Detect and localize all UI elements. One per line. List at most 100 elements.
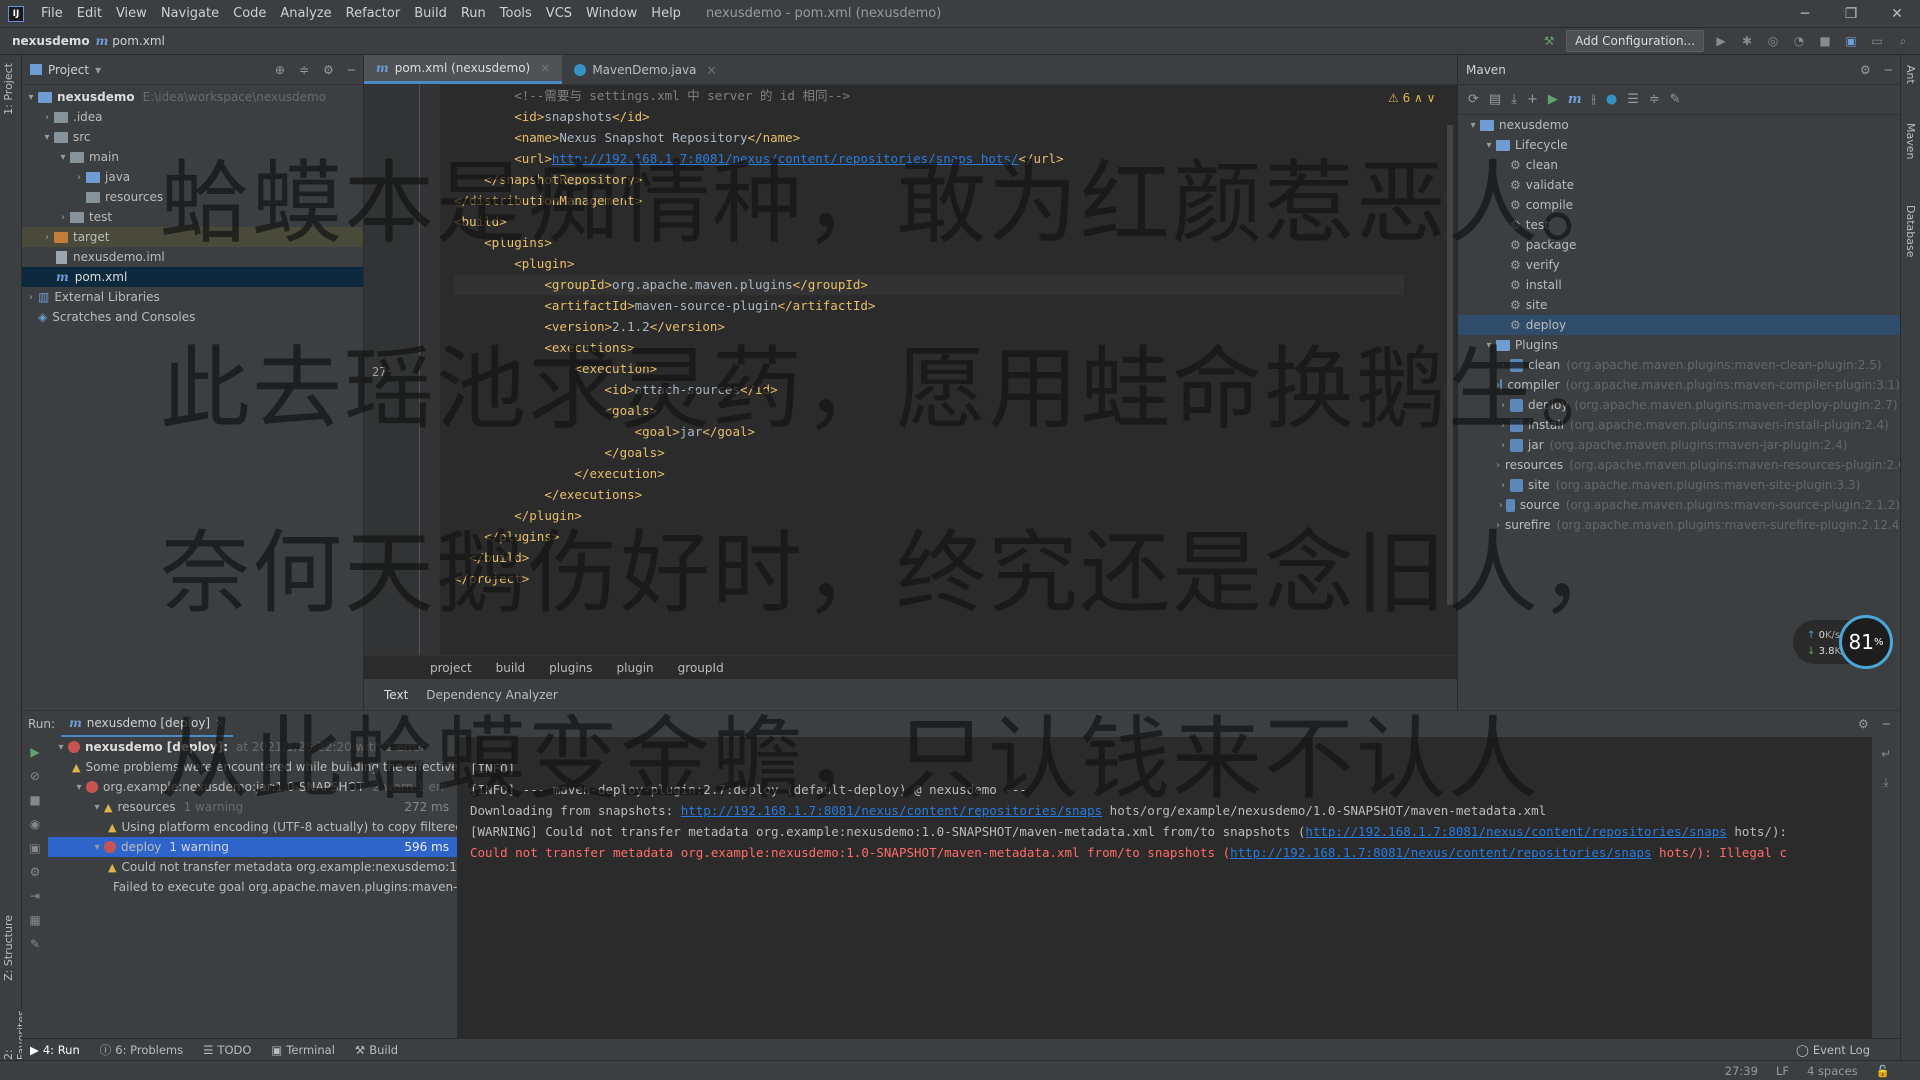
console-link[interactable]: http://192.168.1.7:8081/nexus/content/re… bbox=[1230, 845, 1651, 860]
maven-goal-test[interactable]: ⚙ test bbox=[1458, 215, 1900, 235]
gear-icon[interactable]: ⚙ bbox=[1860, 63, 1871, 77]
menu-file[interactable]: File bbox=[34, 0, 70, 28]
menu-help[interactable]: Help bbox=[644, 0, 688, 28]
maven-goal-package[interactable]: ⚙ package bbox=[1458, 235, 1900, 255]
breadcrumb-file[interactable]: m pom.xml bbox=[96, 34, 165, 48]
stop-icon[interactable]: ■ bbox=[29, 793, 40, 807]
console-link[interactable]: http://192.168.1.7:8081/nexus/content/re… bbox=[681, 803, 1102, 818]
maven-plugin-resources[interactable]: › resources (org.apache.maven.plugins:mave… bbox=[1458, 455, 1900, 475]
tab-dependency-analyzer[interactable]: Dependency Analyzer bbox=[426, 688, 558, 702]
console-link[interactable]: http://192.168.1.7:8081/nexus/content/re… bbox=[1305, 824, 1726, 839]
generate-sources-icon[interactable]: ▤ bbox=[1489, 92, 1501, 107]
close-tab-icon[interactable]: × bbox=[215, 716, 225, 730]
maven-plugin-deploy[interactable]: › deploy (org.apache.maven.plugins:maven-d… bbox=[1458, 395, 1900, 415]
build-tree-item[interactable]: Failed to execute goal org.apache.maven.… bbox=[48, 877, 457, 897]
execute-goal-icon[interactable]: m bbox=[1568, 92, 1582, 107]
line-separator[interactable]: LF bbox=[1776, 1064, 1789, 1078]
menu-edit[interactable]: Edit bbox=[70, 0, 109, 28]
download-icon[interactable]: ⤓ bbox=[1511, 92, 1517, 107]
lock-icon[interactable]: 🔓 bbox=[1876, 1064, 1890, 1078]
menu-navigate[interactable]: Navigate bbox=[154, 0, 226, 28]
gear-icon[interactable]: ⚙ bbox=[1858, 717, 1869, 731]
menu-window[interactable]: Window bbox=[579, 0, 644, 28]
maven-plugins[interactable]: ▾ Plugins bbox=[1458, 335, 1900, 355]
maven-goal-compile[interactable]: ⚙ compile bbox=[1458, 195, 1900, 215]
toggle-offline-icon[interactable]: ⫲ bbox=[1592, 92, 1596, 107]
menu-code[interactable]: Code bbox=[226, 0, 273, 28]
indent-setting[interactable]: 4 spaces bbox=[1807, 1064, 1858, 1078]
ant-tool-tab[interactable]: Ant bbox=[1904, 65, 1917, 84]
tree-item-test[interactable]: › test bbox=[22, 207, 363, 227]
gear-icon[interactable]: ⚙ bbox=[323, 63, 334, 77]
add-icon[interactable]: + bbox=[1527, 92, 1538, 107]
hide-icon[interactable]: ─ bbox=[1885, 63, 1892, 77]
close-tab-icon[interactable]: × bbox=[540, 61, 550, 75]
collapse-all-icon[interactable]: ≑ bbox=[1649, 92, 1660, 107]
maven-goal-install[interactable]: ⚙ install bbox=[1458, 275, 1900, 295]
tree-item-iml[interactable]: nexusdemo.iml bbox=[22, 247, 363, 267]
tree-item-resources[interactable]: resources bbox=[22, 187, 363, 207]
project-panel-title[interactable]: Project bbox=[48, 63, 89, 77]
menu-analyze[interactable]: Analyze bbox=[273, 0, 338, 28]
maven-plugin-surefire[interactable]: › surefire (org.apache.maven.plugins:maven… bbox=[1458, 515, 1900, 535]
collapse-all-icon[interactable]: ≑ bbox=[299, 63, 309, 77]
tool-tab-todo[interactable]: ☰ TODO bbox=[203, 1043, 251, 1057]
soft-wrap-icon[interactable]: ↵ bbox=[1881, 747, 1891, 761]
hammer-icon[interactable]: ⚒ bbox=[1540, 32, 1558, 50]
build-tree-item[interactable]: ▲ Could not transfer metadata org.example… bbox=[48, 857, 457, 877]
warning-count-badge[interactable]: ⚠ 6 ∧ ∨ bbox=[1388, 91, 1435, 105]
tree-item-pom[interactable]: m pom.xml bbox=[22, 267, 363, 287]
network-speed-widget[interactable]: ↑ 0K/s ↓ 3.8K/s 81% bbox=[1793, 613, 1893, 671]
maven-plugin-compiler[interactable]: › compiler (org.apache.maven.plugins:maven… bbox=[1458, 375, 1900, 395]
hide-icon[interactable]: ─ bbox=[1883, 717, 1890, 731]
show-dependencies-icon[interactable]: ☰ bbox=[1627, 92, 1639, 107]
tree-item-nexusdemo[interactable]: ▾ nexusdemo E:\idea\workspace\nexusdemo bbox=[22, 87, 363, 107]
export-icon[interactable]: ⇥ bbox=[30, 889, 40, 903]
tool-tab-build[interactable]: ⚒ Build bbox=[355, 1043, 398, 1057]
build-tree-item[interactable]: ▲ Some problems were encountered while bu… bbox=[48, 757, 457, 777]
tree-item-main[interactable]: ▾ main bbox=[22, 147, 363, 167]
skip-tests-icon[interactable]: ● bbox=[1606, 92, 1617, 107]
maven-goal-clean[interactable]: ⚙ clean bbox=[1458, 155, 1900, 175]
run-icon[interactable]: ▶ bbox=[1548, 92, 1558, 107]
menu-vcs[interactable]: VCS bbox=[539, 0, 579, 28]
event-log-button[interactable]: ◯ Event Log bbox=[1796, 1043, 1900, 1057]
eye-icon[interactable]: ◉ bbox=[30, 817, 40, 831]
menu-build[interactable]: Build bbox=[407, 0, 454, 28]
presentation-icon[interactable]: ▭ bbox=[1868, 32, 1886, 50]
maven-plugin-jar[interactable]: › jar (org.apache.maven.plugins:maven-jar-… bbox=[1458, 435, 1900, 455]
project-structure-icon[interactable]: ▣ bbox=[1842, 32, 1860, 50]
tree-item-target[interactable]: › target bbox=[22, 227, 363, 247]
fold-gutter[interactable] bbox=[420, 85, 440, 655]
coverage-icon[interactable]: ◎ bbox=[1764, 32, 1782, 50]
maven-root-nexusdemo[interactable]: ▾ nexusdemo bbox=[1458, 115, 1900, 135]
maven-goal-validate[interactable]: ⚙ validate bbox=[1458, 175, 1900, 195]
profile-icon[interactable]: ◔ bbox=[1790, 32, 1808, 50]
project-tool-tab[interactable]: 1: Project bbox=[2, 63, 15, 115]
maven-goal-deploy[interactable]: ⚙ deploy bbox=[1458, 315, 1900, 335]
tab-mavendemo-java[interactable]: MavenDemo.java × bbox=[562, 55, 728, 84]
structure-tool-tab[interactable]: Z: Structure bbox=[2, 915, 15, 981]
add-configuration-button[interactable]: Add Configuration... bbox=[1566, 30, 1704, 52]
menu-tools[interactable]: Tools bbox=[493, 0, 539, 28]
wrench-icon[interactable]: ✎ bbox=[1670, 92, 1681, 107]
chevron-down-icon[interactable]: ▾ bbox=[95, 63, 101, 77]
tool-tab-problems[interactable]: ⓘ 6: Problems bbox=[100, 1042, 183, 1058]
build-tree-item[interactable]: ▾ deploy 1 warning 596 ms bbox=[48, 837, 457, 857]
toggle-view-icon[interactable]: ⊘ bbox=[30, 769, 40, 783]
breadcrumb-build[interactable]: build bbox=[496, 661, 526, 675]
breadcrumb-plugins[interactable]: plugins bbox=[549, 661, 592, 675]
build-tree-item[interactable]: ▾ org.example:nexusdemo:jar:1.0-SNAPSHOT 2… bbox=[48, 777, 457, 797]
close-tab-icon[interactable]: × bbox=[707, 63, 717, 77]
debug-icon[interactable]: ✱ bbox=[1738, 32, 1756, 50]
build-tree-item[interactable]: ▾ ▲ resources 1 warning 272 ms bbox=[48, 797, 457, 817]
maven-goal-site[interactable]: ⚙ site bbox=[1458, 295, 1900, 315]
run-icon[interactable]: ▶ bbox=[1712, 32, 1730, 50]
code-area[interactable]: <!--需要与 settings.xml 中 server 的 id 相同-->… bbox=[454, 85, 1404, 655]
caret-position[interactable]: 27:39 bbox=[1725, 1064, 1758, 1078]
rerun-icon[interactable]: ▶ bbox=[30, 745, 39, 759]
tree-item-scratches[interactable]: ◈ Scratches and Consoles bbox=[22, 307, 363, 327]
tree-item-idea[interactable]: › .idea bbox=[22, 107, 363, 127]
menu-run[interactable]: Run bbox=[454, 0, 493, 28]
settings-icon[interactable]: ⚙ bbox=[30, 865, 41, 879]
